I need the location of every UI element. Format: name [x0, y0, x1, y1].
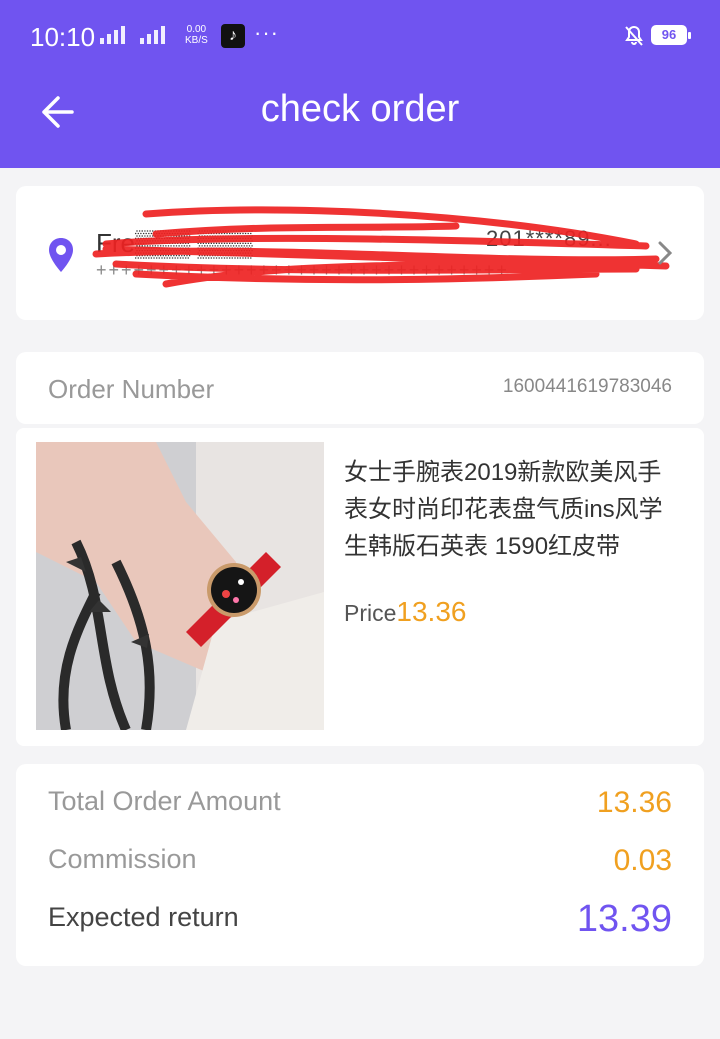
tiktok-icon: ♪ — [221, 24, 245, 48]
price-value: 13.36 — [396, 596, 467, 627]
order-number-label: Order Number — [48, 374, 215, 404]
price-label: Price — [344, 600, 397, 626]
watch-photo — [36, 442, 324, 730]
product-card[interactable]: 女士手腕表2019新款欧美风手表女时尚印花表盘气质ins风学生韩版石英表 159… — [16, 428, 704, 746]
signal-icon — [100, 26, 125, 44]
address-card[interactable]: Fre▒▒▒ ▒▒▒ 201****89... ++++++++++++++++… — [16, 186, 704, 320]
product-image — [36, 442, 324, 730]
signal-4g-icon — [140, 26, 165, 44]
app-header: 10:10 0.00 KB/S ♪ ··· 96 check order — [0, 0, 720, 168]
status-time: 10:10 — [30, 22, 96, 52]
order-summary-card: Total Order Amount 13.36 Commission 0.03… — [16, 764, 704, 966]
more-notifications-icon: ··· — [254, 20, 279, 45]
product-price: Price13.36 — [344, 596, 466, 628]
mute-bell-icon — [625, 25, 643, 46]
status-bar: 10:10 0.00 KB/S ♪ ··· 96 — [0, 0, 720, 72]
expected-return-value: 13.39 — [576, 898, 672, 940]
battery-icon: 96 — [651, 25, 691, 45]
total-amount-label: Total Order Amount — [48, 786, 281, 816]
chevron-right-icon — [658, 241, 673, 265]
location-pin-icon — [49, 238, 73, 272]
order-number-value: 1600441619783046 — [502, 376, 672, 397]
product-name: 女士手腕表2019新款欧美风手表女时尚印花表盘气质ins风学生韩版石英表 159… — [344, 459, 663, 560]
page-title: check order — [260, 88, 460, 130]
expected-return-label: Expected return — [48, 902, 239, 932]
total-amount-value: 13.36 — [596, 786, 672, 819]
redaction-scribble — [92, 206, 670, 288]
commission-label: Commission — [48, 844, 197, 874]
commission-value: 0.03 — [613, 844, 672, 877]
network-speed: 0.00 KB/S — [185, 24, 208, 46]
order-number-card: Order Number 1600441619783046 — [16, 352, 704, 424]
